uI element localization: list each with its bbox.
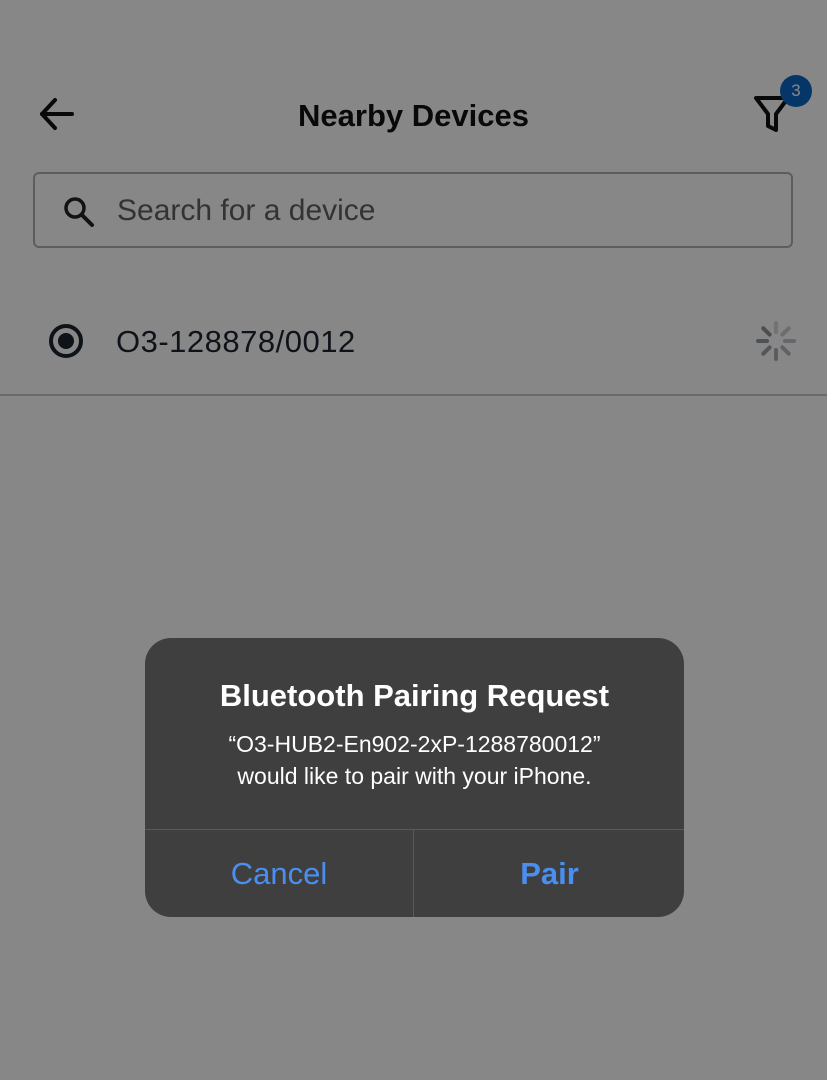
modal-overlay xyxy=(0,0,827,1080)
dialog-actions: Cancel Pair xyxy=(145,829,684,917)
bluetooth-pairing-dialog: Bluetooth Pairing Request “O3-HUB2-En902… xyxy=(145,638,684,917)
dialog-message: “O3-HUB2-En902-2xP-1288780012” would lik… xyxy=(165,728,664,792)
nearby-devices-screen: Nearby Devices 3 O3-128878/0012 xyxy=(0,0,827,1080)
dialog-message-text: would like to pair with your iPhone. xyxy=(237,763,592,789)
dialog-message-device: “O3-HUB2-En902-2xP-1288780012” xyxy=(228,731,601,757)
dialog-title: Bluetooth Pairing Request xyxy=(219,678,610,713)
pair-button[interactable]: Pair xyxy=(415,830,684,917)
cancel-button[interactable]: Cancel xyxy=(145,830,414,917)
